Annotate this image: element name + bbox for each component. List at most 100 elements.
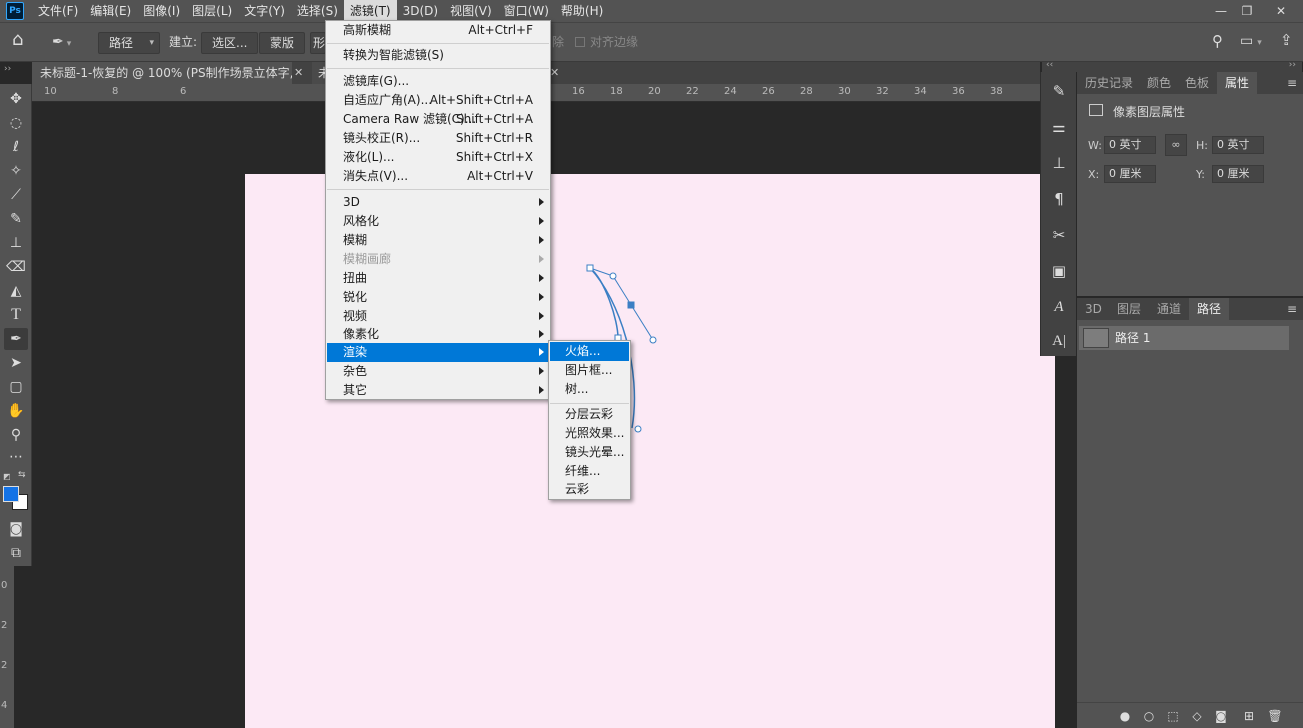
menu-item-pixelate[interactable]: 像素化 xyxy=(327,325,549,344)
menu-view[interactable]: 视图(V) xyxy=(444,0,498,22)
x-field[interactable]: 0 厘米 xyxy=(1104,165,1156,183)
home-icon[interactable]: ⌂ xyxy=(12,30,23,52)
menu-type[interactable]: 文字(Y) xyxy=(238,0,291,22)
paint-bucket-tool-icon[interactable]: ◭ xyxy=(4,280,28,302)
menu-item-gaussian-blur[interactable]: 高斯模糊 Alt+Ctrl+F xyxy=(327,21,549,40)
submenu-item-lens-flare[interactable]: 镜头光晕... xyxy=(550,443,629,462)
share-icon[interactable]: ⇪ xyxy=(1280,30,1293,52)
tab-2-close-icon[interactable]: ✕ xyxy=(550,62,559,84)
submenu-item-tree[interactable]: 树... xyxy=(550,380,629,399)
menu-item-distort[interactable]: 扭曲 xyxy=(327,269,549,288)
eraser-tool-icon[interactable]: ⌫ xyxy=(4,256,28,278)
menu-select[interactable]: 选择(S) xyxy=(291,0,344,22)
submenu-item-flame[interactable]: 火焰... xyxy=(550,342,629,361)
menu-item-noise[interactable]: 杂色 xyxy=(327,362,549,381)
menu-item-video[interactable]: 视频 xyxy=(327,307,549,326)
menu-item-3d[interactable]: 3D xyxy=(327,193,549,212)
stamp-tool-icon[interactable]: ⊥ xyxy=(4,232,28,254)
menu-image[interactable]: 图像(I) xyxy=(137,0,186,22)
brush-tool-icon[interactable]: ✎ xyxy=(4,208,28,230)
control-handle[interactable] xyxy=(609,272,617,280)
delete-path-icon[interactable]: 🗑 xyxy=(1267,708,1283,724)
anchor-point[interactable] xyxy=(586,264,594,272)
tab-layers[interactable]: 图层 xyxy=(1109,298,1149,320)
path-list-item[interactable]: 路径 1 xyxy=(1079,326,1289,350)
menu-item-filter-gallery[interactable]: 滤镜库(G)... xyxy=(327,72,549,91)
menu-item-blur[interactable]: 模糊 xyxy=(327,231,549,250)
anchor-point-selected[interactable] xyxy=(627,301,635,309)
restore-icon[interactable]: ❐ xyxy=(1232,0,1262,22)
tool-presets-icon[interactable]: ✂ xyxy=(1048,224,1070,246)
adjustments-icon[interactable]: ⚌ xyxy=(1048,116,1070,138)
paragraph-icon[interactable]: ¶ xyxy=(1048,188,1070,210)
character-style-icon[interactable]: A xyxy=(1048,296,1070,318)
height-field[interactable]: 0 英寸 xyxy=(1212,136,1264,154)
tab-close-icon[interactable]: ✕ xyxy=(294,62,303,84)
magic-wand-tool-icon[interactable]: ✧ xyxy=(4,160,28,182)
panel-menu-icon[interactable]: ≡ xyxy=(1287,302,1297,316)
hand-tool-icon[interactable]: ✋ xyxy=(4,400,28,422)
move-tool-icon[interactable]: ✥ xyxy=(4,88,28,110)
load-selection-icon[interactable]: ⬚ xyxy=(1165,708,1181,724)
search-icon[interactable]: ⚲ xyxy=(1212,31,1223,53)
quick-mask-icon[interactable]: ◙ xyxy=(4,518,28,540)
expand-icon[interactable]: ›› xyxy=(1289,60,1296,70)
library-icon[interactable]: ▣ xyxy=(1048,260,1070,282)
menu-item-camera-raw[interactable]: Camera Raw 滤镜(C)... Shift+Ctrl+A xyxy=(327,110,549,129)
tab-channels[interactable]: 通道 xyxy=(1149,298,1189,320)
control-handle[interactable] xyxy=(634,425,642,433)
menu-filter[interactable]: 滤镜(T) xyxy=(343,0,397,22)
rectangle-tool-icon[interactable]: ▢ xyxy=(4,376,28,398)
menu-help[interactable]: 帮助(H) xyxy=(555,0,609,22)
control-handle[interactable] xyxy=(649,336,657,344)
stroke-path-icon[interactable]: ○ xyxy=(1141,708,1157,724)
screen-mode-icon[interactable]: ⧉ xyxy=(4,542,28,564)
width-field[interactable]: 0 英寸 xyxy=(1104,136,1156,154)
submenu-item-picture-frame[interactable]: 图片框... xyxy=(550,361,629,380)
menu-edit[interactable]: 编辑(E) xyxy=(84,0,137,22)
mode-select[interactable]: 路径 ▾ xyxy=(98,32,160,54)
submenu-item-difference-clouds[interactable]: 分层云彩 xyxy=(550,405,629,424)
new-path-icon[interactable]: ⊞ xyxy=(1241,708,1257,724)
tab-history[interactable]: 历史记录 xyxy=(1077,72,1141,94)
zoom-tool-icon[interactable]: ⚲ xyxy=(4,424,28,446)
fill-path-icon[interactable]: ● xyxy=(1117,708,1133,724)
close-icon[interactable]: ✕ xyxy=(1266,0,1296,22)
link-icon[interactable]: ∞ xyxy=(1165,134,1187,156)
menu-item-liquify[interactable]: 液化(L)... Shift+Ctrl+X xyxy=(327,148,549,167)
menu-item-adaptive-wide-angle[interactable]: 自适应广角(A)... Alt+Shift+Ctrl+A xyxy=(327,91,549,110)
panel-menu-icon[interactable]: ≡ xyxy=(1287,76,1297,90)
more-tools-icon[interactable]: ⋯ xyxy=(4,446,28,468)
tab-swatches[interactable]: 色板 xyxy=(1177,72,1217,94)
character-icon[interactable]: A| xyxy=(1048,330,1070,352)
default-colors-icon[interactable]: ◩ xyxy=(3,472,11,481)
workspace-icon[interactable]: ▭ ▾ xyxy=(1240,31,1262,53)
menu-item-lens-correction[interactable]: 镜头校正(R)... Shift+Ctrl+R xyxy=(327,129,549,148)
collapse-icon[interactable]: ‹‹ xyxy=(1046,60,1053,70)
menu-3d[interactable]: 3D(D) xyxy=(397,0,444,22)
align-edges-checkbox[interactable]: 对齐边缘 xyxy=(575,32,638,54)
path-selection-tool-icon[interactable]: ➤ xyxy=(4,352,28,374)
document-tab[interactable]: 未标题-1-恢复的 @ 100% (PS制作场景立体字, RGB/8) * xyxy=(32,62,292,84)
menu-file[interactable]: 文件(F) xyxy=(32,0,84,22)
submenu-item-clouds[interactable]: 云彩 xyxy=(550,480,629,499)
tab-properties[interactable]: 属性 xyxy=(1217,72,1258,94)
add-mask-icon[interactable]: ◙ xyxy=(1213,708,1229,724)
pen-tool-icon[interactable]: ✒ xyxy=(4,328,28,350)
lasso-tool-icon[interactable]: ℓ xyxy=(4,136,28,158)
menu-item-vanishing-point[interactable]: 消失点(V)... Alt+Ctrl+V xyxy=(327,167,549,186)
clone-source-icon[interactable]: ⊥ xyxy=(1048,152,1070,174)
selection-button[interactable]: 选区... xyxy=(201,32,259,54)
collapse-left-icon[interactable]: ›› xyxy=(4,64,11,74)
menu-item-stylize[interactable]: 风格化 xyxy=(327,212,549,231)
submenu-item-fibers[interactable]: 纤维... xyxy=(550,462,629,481)
foreground-color-swatch[interactable] xyxy=(3,486,19,502)
tab-3d[interactable]: 3D xyxy=(1077,298,1110,320)
menu-layer[interactable]: 图层(L) xyxy=(186,0,238,22)
tab-paths[interactable]: 路径 xyxy=(1189,298,1230,320)
mask-button[interactable]: 蒙版 xyxy=(259,32,306,54)
y-field[interactable]: 0 厘米 xyxy=(1212,165,1264,183)
menu-item-render[interactable]: 渲染 xyxy=(327,343,549,362)
menu-item-sharpen[interactable]: 锐化 xyxy=(327,288,549,307)
tab-color[interactable]: 颜色 xyxy=(1139,72,1179,94)
